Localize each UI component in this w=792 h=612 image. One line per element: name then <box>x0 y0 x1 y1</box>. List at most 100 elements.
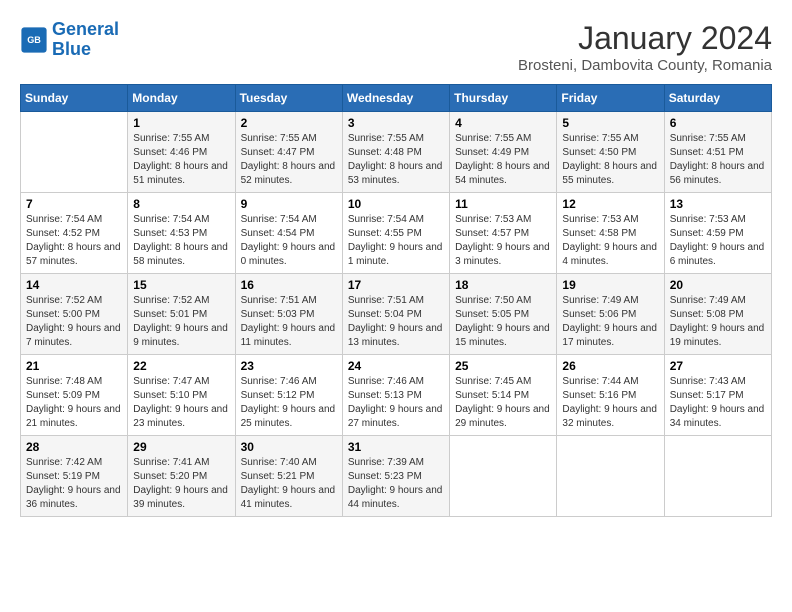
day-cell: 24 Sunrise: 7:46 AMSunset: 5:13 PMDayligh… <box>342 355 449 436</box>
day-number: 31 <box>348 440 444 454</box>
day-number: 7 <box>26 197 122 211</box>
day-detail: Sunrise: 7:50 AMSunset: 5:05 PMDaylight:… <box>455 294 551 350</box>
day-detail: Sunrise: 7:54 AMSunset: 4:55 PMDaylight:… <box>348 213 444 269</box>
day-detail: Sunrise: 7:54 AMSunset: 4:53 PMDaylight:… <box>133 213 229 269</box>
day-number: 12 <box>562 197 658 211</box>
day-number: 23 <box>241 359 337 373</box>
day-number: 19 <box>562 278 658 292</box>
logo-icon: GB <box>20 26 48 54</box>
day-cell: 8 Sunrise: 7:54 AMSunset: 4:53 PMDaylight… <box>128 193 235 274</box>
day-detail: Sunrise: 7:49 AMSunset: 5:06 PMDaylight:… <box>562 294 658 350</box>
day-detail: Sunrise: 7:46 AMSunset: 5:13 PMDaylight:… <box>348 375 444 431</box>
week-row-1: 1Sunrise: 7:55 AMSunset: 4:46 PMDaylight… <box>21 112 772 193</box>
day-cell: 7 Sunrise: 7:54 AMSunset: 4:52 PMDaylight… <box>21 193 128 274</box>
col-header-tuesday: Tuesday <box>235 85 342 112</box>
day-number: 30 <box>241 440 337 454</box>
day-cell: 12 Sunrise: 7:53 AMSunset: 4:58 PMDayligh… <box>557 193 664 274</box>
day-number: 3 <box>348 116 444 130</box>
week-row-4: 21 Sunrise: 7:48 AMSunset: 5:09 PMDayligh… <box>21 355 772 436</box>
day-cell: 6Sunrise: 7:55 AMSunset: 4:51 PMDaylight… <box>664 112 771 193</box>
day-cell <box>557 436 664 517</box>
day-detail: Sunrise: 7:54 AMSunset: 4:54 PMDaylight:… <box>241 213 337 269</box>
day-detail: Sunrise: 7:51 AMSunset: 5:03 PMDaylight:… <box>241 294 337 350</box>
svg-text:GB: GB <box>27 35 41 45</box>
day-detail: Sunrise: 7:49 AMSunset: 5:08 PMDaylight:… <box>670 294 766 350</box>
day-cell: 29 Sunrise: 7:41 AMSunset: 5:20 PMDayligh… <box>128 436 235 517</box>
day-cell: 23 Sunrise: 7:46 AMSunset: 5:12 PMDayligh… <box>235 355 342 436</box>
day-detail: Sunrise: 7:45 AMSunset: 5:14 PMDaylight:… <box>455 375 551 431</box>
day-cell: 13Sunrise: 7:53 AMSunset: 4:59 PMDayligh… <box>664 193 771 274</box>
day-detail: Sunrise: 7:47 AMSunset: 5:10 PMDaylight:… <box>133 375 229 431</box>
col-header-friday: Friday <box>557 85 664 112</box>
day-cell: 14 Sunrise: 7:52 AMSunset: 5:00 PMDayligh… <box>21 274 128 355</box>
day-number: 24 <box>348 359 444 373</box>
day-detail: Sunrise: 7:51 AMSunset: 5:04 PMDaylight:… <box>348 294 444 350</box>
day-cell: 16 Sunrise: 7:51 AMSunset: 5:03 PMDayligh… <box>235 274 342 355</box>
month-title: January 2024 <box>518 20 772 57</box>
day-detail: Sunrise: 7:44 AMSunset: 5:16 PMDaylight:… <box>562 375 658 431</box>
logo-text: GeneralBlue <box>52 20 119 60</box>
week-row-3: 14 Sunrise: 7:52 AMSunset: 5:00 PMDayligh… <box>21 274 772 355</box>
col-header-monday: Monday <box>128 85 235 112</box>
day-number: 8 <box>133 197 229 211</box>
day-detail: Sunrise: 7:48 AMSunset: 5:09 PMDaylight:… <box>26 375 122 431</box>
week-row-2: 7 Sunrise: 7:54 AMSunset: 4:52 PMDaylight… <box>21 193 772 274</box>
col-header-saturday: Saturday <box>664 85 771 112</box>
title-block: January 2024 Brosteni, Dambovita County,… <box>518 20 772 74</box>
day-cell: 30 Sunrise: 7:40 AMSunset: 5:21 PMDayligh… <box>235 436 342 517</box>
day-number: 2 <box>241 116 337 130</box>
day-detail: Sunrise: 7:46 AMSunset: 5:12 PMDaylight:… <box>241 375 337 431</box>
day-cell: 18 Sunrise: 7:50 AMSunset: 5:05 PMDayligh… <box>450 274 557 355</box>
col-header-thursday: Thursday <box>450 85 557 112</box>
day-detail: Sunrise: 7:53 AMSunset: 4:58 PMDaylight:… <box>562 213 658 269</box>
day-detail: Sunrise: 7:55 AMSunset: 4:46 PMDaylight:… <box>133 132 229 188</box>
day-cell: 9 Sunrise: 7:54 AMSunset: 4:54 PMDaylight… <box>235 193 342 274</box>
day-detail: Sunrise: 7:39 AMSunset: 5:23 PMDaylight:… <box>348 456 444 512</box>
day-cell: 1Sunrise: 7:55 AMSunset: 4:46 PMDaylight… <box>128 112 235 193</box>
day-detail: Sunrise: 7:52 AMSunset: 5:01 PMDaylight:… <box>133 294 229 350</box>
day-number: 16 <box>241 278 337 292</box>
day-number: 18 <box>455 278 551 292</box>
day-detail: Sunrise: 7:40 AMSunset: 5:21 PMDaylight:… <box>241 456 337 512</box>
day-number: 15 <box>133 278 229 292</box>
day-cell: 17Sunrise: 7:51 AMSunset: 5:04 PMDayligh… <box>342 274 449 355</box>
day-number: 20 <box>670 278 766 292</box>
day-cell <box>450 436 557 517</box>
day-cell <box>664 436 771 517</box>
day-cell: 25 Sunrise: 7:45 AMSunset: 5:14 PMDayligh… <box>450 355 557 436</box>
day-cell: 15 Sunrise: 7:52 AMSunset: 5:01 PMDayligh… <box>128 274 235 355</box>
day-number: 26 <box>562 359 658 373</box>
day-number: 10 <box>348 197 444 211</box>
day-number: 25 <box>455 359 551 373</box>
day-cell: 4 Sunrise: 7:55 AMSunset: 4:49 PMDaylight… <box>450 112 557 193</box>
day-cell: 5Sunrise: 7:55 AMSunset: 4:50 PMDaylight… <box>557 112 664 193</box>
day-cell: 2 Sunrise: 7:55 AMSunset: 4:47 PMDaylight… <box>235 112 342 193</box>
day-number: 11 <box>455 197 551 211</box>
day-cell: 28Sunrise: 7:42 AMSunset: 5:19 PMDayligh… <box>21 436 128 517</box>
day-cell: 3 Sunrise: 7:55 AMSunset: 4:48 PMDaylight… <box>342 112 449 193</box>
day-detail: Sunrise: 7:43 AMSunset: 5:17 PMDaylight:… <box>670 375 766 431</box>
day-number: 14 <box>26 278 122 292</box>
day-number: 5 <box>562 116 658 130</box>
day-detail: Sunrise: 7:55 AMSunset: 4:51 PMDaylight:… <box>670 132 766 188</box>
page-header: GB GeneralBlue January 2024 Brosteni, Da… <box>20 20 772 74</box>
day-detail: Sunrise: 7:54 AMSunset: 4:52 PMDaylight:… <box>26 213 122 269</box>
logo: GB GeneralBlue <box>20 20 119 60</box>
day-number: 27 <box>670 359 766 373</box>
calendar-table: SundayMondayTuesdayWednesdayThursdayFrid… <box>20 84 772 517</box>
day-detail: Sunrise: 7:52 AMSunset: 5:00 PMDaylight:… <box>26 294 122 350</box>
location-subtitle: Brosteni, Dambovita County, Romania <box>518 57 772 74</box>
day-detail: Sunrise: 7:55 AMSunset: 4:48 PMDaylight:… <box>348 132 444 188</box>
day-cell: 27 Sunrise: 7:43 AMSunset: 5:17 PMDayligh… <box>664 355 771 436</box>
day-cell: 11 Sunrise: 7:53 AMSunset: 4:57 PMDayligh… <box>450 193 557 274</box>
day-detail: Sunrise: 7:55 AMSunset: 4:49 PMDaylight:… <box>455 132 551 188</box>
day-detail: Sunrise: 7:53 AMSunset: 4:57 PMDaylight:… <box>455 213 551 269</box>
day-number: 4 <box>455 116 551 130</box>
day-number: 9 <box>241 197 337 211</box>
day-cell: 26 Sunrise: 7:44 AMSunset: 5:16 PMDayligh… <box>557 355 664 436</box>
day-detail: Sunrise: 7:41 AMSunset: 5:20 PMDaylight:… <box>133 456 229 512</box>
day-cell: 31 Sunrise: 7:39 AMSunset: 5:23 PMDayligh… <box>342 436 449 517</box>
day-detail: Sunrise: 7:55 AMSunset: 4:47 PMDaylight:… <box>241 132 337 188</box>
day-number: 29 <box>133 440 229 454</box>
day-number: 21 <box>26 359 122 373</box>
